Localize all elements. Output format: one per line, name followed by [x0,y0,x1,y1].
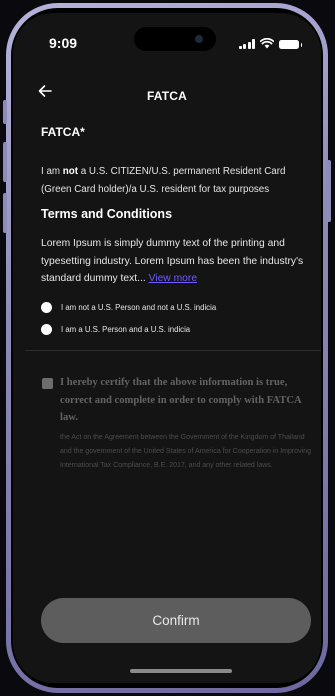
statement-emphasis: not [62,166,79,177]
app-screen: 9:09 FATCA FATCA* I am not a U.S. CITIZE… [13,13,321,683]
radio-button[interactable] [41,324,52,335]
status-bar: 9:09 [13,13,321,61]
nav-bar: FATCA [13,73,321,109]
volume-down-button [3,193,7,233]
terms-body: Lorem Ipsum is simply dummy text of the … [41,235,309,288]
option-us-person[interactable]: I am a U.S. Person and a U.S. indicia [41,324,190,335]
fatca-statement: I am not a U.S. CITIZEN/U.S. permanent R… [41,163,309,198]
confirm-button[interactable]: Confirm [41,598,311,643]
certification-text: I hereby certify that the above informat… [60,377,302,423]
cellular-signal-icon [238,39,255,49]
option-label: I am a U.S. Person and a U.S. indicia [61,325,191,334]
status-time: 9:09 [49,35,78,51]
status-icons [238,38,302,49]
statement-prefix: I am [41,166,63,177]
option-label: I am not a U.S. Person and not a U.S. in… [61,303,217,312]
page-title: FATCA [146,89,188,103]
view-more-link[interactable]: View more [149,273,197,284]
radio-button[interactable] [41,302,52,313]
wifi-icon [260,38,274,49]
terms-heading: Terms and Conditions [41,207,173,221]
certification-note: the Act on the Agreement between the Gov… [60,434,311,470]
battery-icon [279,40,302,49]
option-not-us-person[interactable]: I am not a U.S. Person and not a U.S. in… [41,302,216,313]
statement-suffix: a U.S. CITIZEN/U.S. permanent Resident C… [41,166,286,195]
dynamic-island [134,27,216,51]
volume-up-button [3,142,7,182]
section-divider [25,350,321,351]
camera-dot [195,35,203,43]
certify-checkbox[interactable] [42,378,53,389]
home-indicator [130,669,232,673]
action-button [3,100,7,124]
fatca-heading: FATCA* [41,125,85,139]
power-button [327,160,331,222]
